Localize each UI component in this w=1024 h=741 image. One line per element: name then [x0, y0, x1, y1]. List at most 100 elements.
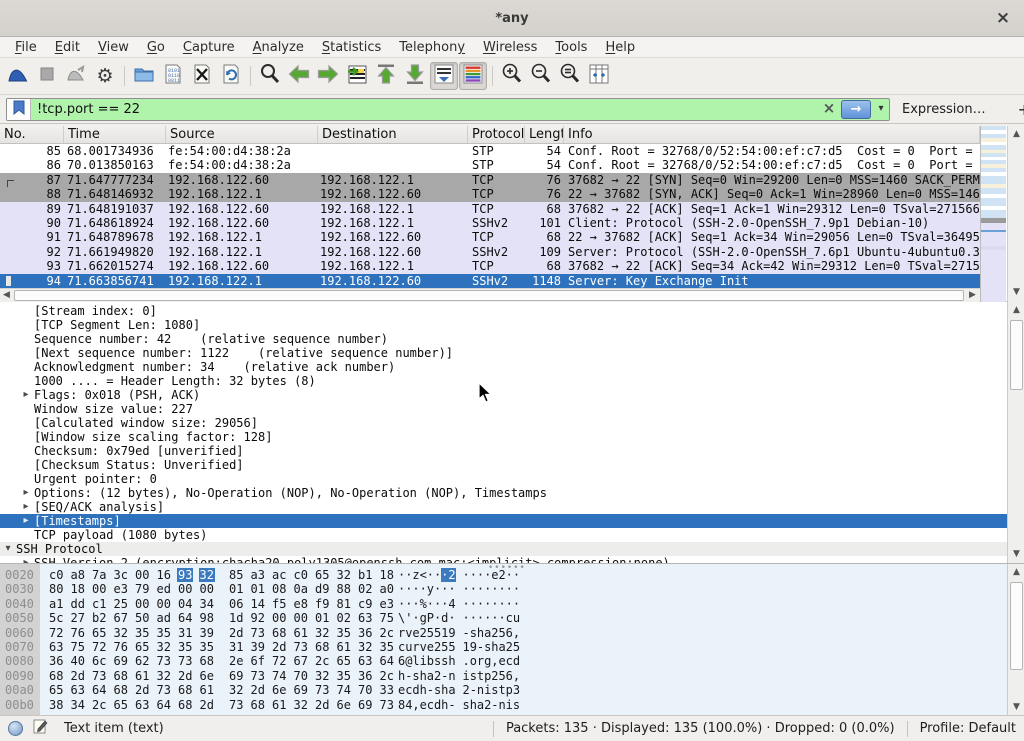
hex-byte[interactable]: 14 — [250, 597, 266, 611]
hex-byte[interactable]: 73 — [156, 654, 172, 668]
detail-line[interactable]: ▸Flags: 0x018 (PSH, ACK) — [0, 388, 1007, 402]
ascii-char[interactable]: p — [506, 683, 513, 697]
ascii-char[interactable]: 5 — [448, 640, 455, 654]
packet-row-87[interactable]: 8771.647777234192.168.122.60192.168.122.… — [0, 173, 980, 187]
ascii-char[interactable]: h — [398, 669, 405, 683]
hex-byte[interactable]: 80 — [48, 582, 64, 596]
hex-byte[interactable]: 2d — [134, 683, 150, 697]
hex-byte[interactable]: 32 — [113, 626, 129, 640]
ascii-char[interactable]: 6 — [398, 654, 405, 668]
menu-view[interactable]: View — [89, 39, 138, 56]
hex-byte[interactable]: 32 — [156, 640, 172, 654]
hex-byte[interactable]: 32 — [314, 626, 330, 640]
hex-byte[interactable]: 50 — [134, 611, 150, 625]
ascii-char[interactable]: · — [470, 568, 477, 582]
find-packet-button[interactable] — [256, 62, 284, 90]
hex-byte[interactable]: 63 — [134, 698, 150, 712]
hex-row-0030[interactable]: 0030801800e379ed00000101080ad98802a0····… — [0, 582, 1007, 596]
hex-byte[interactable]: 18 — [379, 568, 395, 582]
column-header-info[interactable]: Info — [564, 126, 980, 143]
hex-byte[interactable]: e3 — [379, 597, 395, 611]
detail-line[interactable]: ▸[Timestamps] — [0, 514, 1007, 528]
hex-byte[interactable]: 33 — [379, 683, 395, 697]
ascii-char[interactable]: · — [513, 597, 520, 611]
ascii-char[interactable]: , — [412, 698, 419, 712]
hex-byte[interactable]: 40 — [70, 654, 86, 668]
ascii-char[interactable]: % — [420, 597, 427, 611]
hex-byte[interactable]: 65 — [48, 683, 64, 697]
ascii-char[interactable]: · — [477, 582, 484, 596]
detail-line[interactable]: [Next sequence number: 1122 (relative se… — [0, 346, 1007, 360]
hex-byte[interactable]: 61 — [271, 698, 287, 712]
colorize-packets-button[interactable] — [459, 62, 487, 90]
hex-byte[interactable]: 68 — [177, 698, 193, 712]
stop-capture-button[interactable] — [33, 62, 61, 90]
ascii-char[interactable]: · — [463, 582, 470, 596]
ascii-char[interactable]: · — [484, 582, 491, 596]
display-filter-input[interactable] — [31, 102, 819, 117]
hex-byte[interactable]: ad — [156, 611, 172, 625]
hex-byte[interactable]: 6c — [91, 654, 107, 668]
ascii-char[interactable]: d — [434, 698, 441, 712]
hex-byte[interactable]: 68 — [113, 683, 129, 697]
ascii-char[interactable]: p — [484, 669, 491, 683]
hex-byte[interactable]: 32 — [314, 669, 330, 683]
hex-byte[interactable]: c0 — [293, 568, 309, 582]
hex-byte[interactable]: 2d — [228, 626, 244, 640]
ascii-char[interactable]: 6 — [506, 626, 513, 640]
ascii-char[interactable]: · — [484, 611, 491, 625]
close-window-button[interactable]: × — [992, 8, 1014, 30]
ascii-char[interactable]: s — [434, 654, 441, 668]
hex-byte[interactable]: a8 — [70, 568, 86, 582]
hex-byte[interactable]: 32 — [156, 669, 172, 683]
hex-byte[interactable]: 6e — [271, 683, 287, 697]
hex-byte[interactable]: 69 — [293, 683, 309, 697]
ascii-char[interactable]: · — [491, 597, 498, 611]
hex-byte[interactable]: 35 — [177, 640, 193, 654]
expander-closed-icon[interactable]: ▸ — [18, 388, 34, 402]
hex-byte[interactable]: b2 — [91, 611, 107, 625]
ascii-char[interactable]: l — [412, 654, 419, 668]
hex-row-00b0[interactable]: 00b038342c656364682d736861322d6e697384,e… — [0, 698, 1007, 712]
ascii-char[interactable]: 2 — [484, 698, 491, 712]
ascii-char[interactable]: · — [448, 611, 455, 625]
hex-byte[interactable]: 5c — [48, 611, 64, 625]
scroll-left-arrow[interactable]: ◀ — [0, 289, 13, 302]
ascii-char[interactable]: @ — [405, 654, 412, 668]
ascii-char[interactable]: 9 — [470, 640, 477, 654]
detail-line[interactable]: Urgent pointer: 0 — [0, 472, 1007, 486]
hex-byte[interactable]: 1d — [228, 611, 244, 625]
ascii-char[interactable]: d — [412, 683, 419, 697]
ascii-char[interactable]: · — [398, 597, 405, 611]
hex-byte[interactable]: 35 — [379, 640, 395, 654]
hex-byte[interactable]: 00 — [199, 582, 215, 596]
ascii-char[interactable]: a — [477, 698, 484, 712]
hex-byte[interactable]: 67 — [293, 654, 309, 668]
ascii-char[interactable]: i — [420, 654, 427, 668]
hex-byte[interactable]: 32 — [357, 640, 373, 654]
ascii-char[interactable]: b — [427, 654, 434, 668]
ascii-char[interactable]: s — [491, 683, 498, 697]
hex-byte[interactable]: 2d — [271, 640, 287, 654]
hex-byte[interactable]: 02 — [336, 611, 352, 625]
ascii-char[interactable]: 5 — [498, 669, 505, 683]
hex-byte[interactable]: 01 — [314, 611, 330, 625]
expander-closed-icon[interactable]: ▸ — [18, 514, 34, 528]
hex-byte[interactable]: 63 — [70, 683, 86, 697]
ascii-char[interactable]: y — [427, 582, 434, 596]
add-filter-button[interactable]: + — [1010, 100, 1024, 119]
capture-comment-button[interactable] — [33, 719, 48, 738]
hex-byte[interactable]: 73 — [91, 669, 107, 683]
hex-row-0060[interactable]: 006072766532353531392d7368613235362crve2… — [0, 626, 1007, 640]
menu-go[interactable]: Go — [138, 39, 174, 56]
hex-byte[interactable]: 76 — [113, 640, 129, 654]
column-header-length[interactable]: Length — [525, 126, 564, 143]
ascii-char[interactable]: · — [470, 597, 477, 611]
go-to-top-button[interactable] — [372, 62, 400, 90]
hex-byte[interactable]: 65 — [91, 626, 107, 640]
hex-byte[interactable]: d9 — [314, 582, 330, 596]
menu-help[interactable]: Help — [596, 39, 644, 56]
packet-row-90[interactable]: 9071.648618924192.168.122.60192.168.122.… — [0, 216, 980, 230]
ascii-char[interactable]: s — [470, 626, 477, 640]
hex-byte[interactable]: 32 — [228, 683, 244, 697]
